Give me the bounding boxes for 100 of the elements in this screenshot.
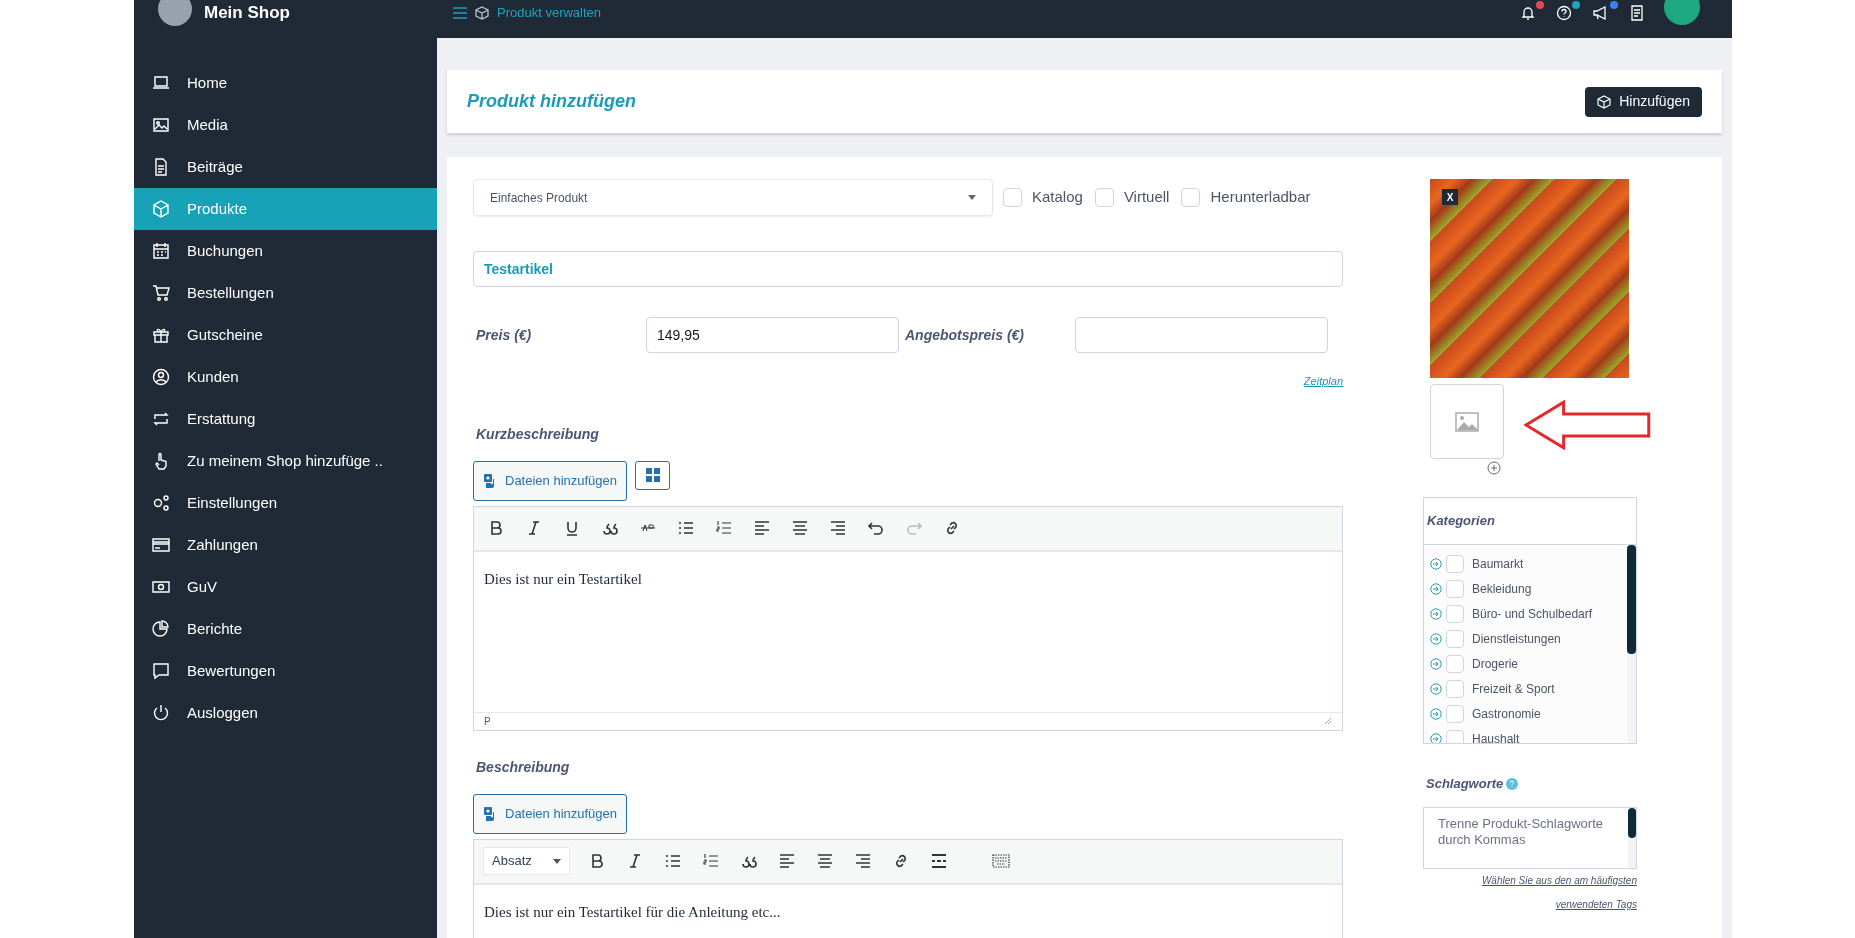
- checkbox[interactable]: [1003, 188, 1022, 207]
- section-label: Beschreibung: [475, 757, 571, 777]
- sidebar-item[interactable]: Bewertungen: [134, 650, 437, 692]
- category-label: Dienstleistungen: [1472, 630, 1561, 648]
- arrow-circle-icon[interactable]: [1430, 707, 1442, 720]
- user-circle-icon: [152, 368, 170, 386]
- sidebar-item[interactable]: Beiträge: [134, 146, 437, 188]
- arrow-circle-icon[interactable]: [1430, 557, 1442, 570]
- bullet-list-icon: [677, 519, 695, 537]
- checkbox-label: Virtuell: [1123, 187, 1170, 208]
- sidebar-item[interactable]: Zu meinem Shop hinzufüge ..: [134, 440, 437, 482]
- caret-icon: [968, 195, 976, 200]
- image-upload-tile[interactable]: [1430, 384, 1505, 459]
- keyboard-icon: [992, 852, 1010, 870]
- scrollbar[interactable]: [1627, 545, 1636, 743]
- checkbox[interactable]: [1446, 629, 1464, 648]
- align-center-icon: [816, 852, 834, 870]
- menu-icon[interactable]: [453, 7, 467, 19]
- calendar-icon: [152, 242, 170, 260]
- checkbox[interactable]: [1446, 654, 1464, 673]
- resize-handle-icon[interactable]: [1324, 717, 1332, 725]
- document-icon: [152, 158, 170, 176]
- align-right-icon: [829, 519, 847, 537]
- checkbox[interactable]: [1446, 704, 1464, 723]
- arrow-circle-icon[interactable]: [1430, 607, 1442, 620]
- align-left-icon: [778, 852, 796, 870]
- arrow-circle-icon[interactable]: [1430, 657, 1442, 670]
- checkbox[interactable]: [1094, 188, 1114, 207]
- sidebar-item[interactable]: Zahlungen: [134, 524, 437, 566]
- caret-icon: [553, 858, 561, 864]
- image-icon: [1455, 411, 1480, 432]
- sidebar-item[interactable]: Gutscheine: [134, 314, 437, 356]
- sale-price-field[interactable]: [1075, 317, 1328, 353]
- laptop-icon: [152, 74, 170, 92]
- power-icon: [152, 704, 170, 722]
- checkbox-label: Herunterladbar: [1210, 187, 1311, 208]
- sidebar-item[interactable]: Home: [134, 62, 437, 104]
- element-path: P: [484, 714, 491, 729]
- tags-field[interactable]: Trenne Produkt-Schlagworte durch Kommas: [1423, 806, 1637, 869]
- pie-chart-icon: [152, 620, 170, 638]
- category-label: Baumarkt: [1472, 555, 1524, 573]
- category-label: Büro- und Schulbedarf: [1472, 605, 1593, 623]
- grid-button[interactable]: [635, 460, 671, 490]
- numbered-list-icon: [702, 852, 720, 870]
- checkbox[interactable]: [1181, 188, 1201, 207]
- sidebar-item[interactable]: Berichte: [134, 608, 437, 650]
- image-icon: [152, 116, 170, 134]
- cart-icon: [152, 284, 170, 302]
- sidebar-item[interactable]: Kunden: [134, 356, 437, 398]
- breadcrumb-link[interactable]: Produkt verwalten: [497, 3, 602, 23]
- arrow-circle-icon[interactable]: [1430, 682, 1442, 695]
- checkbox[interactable]: [1446, 729, 1464, 743]
- shop-name: Mein Shop: [204, 2, 290, 25]
- price-field[interactable]: 149,95: [646, 317, 899, 353]
- panel-title: Schlagworte: [1426, 775, 1504, 793]
- repeat-icon: [152, 410, 170, 428]
- document-icon[interactable]: [1630, 5, 1644, 21]
- category-label: Freizeit & Sport: [1472, 680, 1555, 698]
- add-files-button[interactable]: Dateien hinzufügen: [473, 793, 628, 834]
- add-image-icon[interactable]: [1487, 461, 1501, 475]
- cube-icon: [475, 6, 489, 20]
- cube-icon: [1597, 94, 1612, 109]
- numbered-list-icon: [715, 519, 733, 537]
- align-left-icon: [753, 519, 771, 537]
- sidebar-item[interactable]: Einstellungen: [134, 482, 437, 524]
- undo-icon: [867, 519, 885, 537]
- editor-content[interactable]: Dies ist nur ein Testartikel: [474, 551, 1342, 712]
- credit-card-icon: [152, 536, 170, 554]
- scrollbar[interactable]: [1628, 807, 1636, 868]
- sidebar-item[interactable]: Bestellungen: [134, 272, 437, 314]
- panel-title: Kategorien: [1427, 513, 1495, 528]
- checkbox[interactable]: [1446, 679, 1464, 698]
- sidebar-item[interactable]: GuV: [134, 566, 437, 608]
- sidebar-item[interactable]: Media: [134, 104, 437, 146]
- bell-icon[interactable]: [1520, 5, 1536, 21]
- format-dropdown[interactable]: Absatz: [483, 847, 570, 875]
- logo-avatar: [158, 0, 192, 26]
- checkbox[interactable]: [1446, 554, 1464, 573]
- help-icon[interactable]: [1556, 5, 1572, 21]
- redo-icon: [905, 519, 923, 537]
- category-label: Bekleidung: [1472, 580, 1532, 598]
- sidebar-item[interactable]: Buchungen: [134, 230, 437, 272]
- product-type-dropdown[interactable]: Einfaches Produkt: [473, 179, 993, 216]
- sidebar-item[interactable]: Erstattung: [134, 398, 437, 440]
- remove-image-button[interactable]: X: [1442, 189, 1458, 205]
- category-label: Gastronomie: [1472, 705, 1541, 723]
- add-button[interactable]: Hinzufügen: [1585, 86, 1702, 117]
- most-used-tags-link[interactable]: Wählen Sie aus den am häufigsten verwendeten Tags: [1437, 868, 1637, 917]
- add-files-button[interactable]: Dateien hinzufügen: [473, 460, 628, 501]
- checkbox[interactable]: [1446, 604, 1464, 623]
- arrow-circle-icon[interactable]: [1430, 582, 1442, 595]
- checkbox[interactable]: [1446, 579, 1464, 598]
- cube-icon: [152, 200, 170, 218]
- price-label: Preis (€): [475, 325, 533, 345]
- category-label: Haushalt: [1472, 730, 1520, 743]
- editor-content[interactable]: Dies ist nur ein Testartikel für die Anleitung etc...: [474, 884, 1342, 938]
- sidebar-item[interactable]: Ausloggen: [134, 692, 437, 734]
- gears-icon: [152, 494, 170, 512]
- arrow-circle-icon[interactable]: [1430, 632, 1442, 645]
- sale-price-label: Angebotspreis (€): [904, 325, 1025, 345]
